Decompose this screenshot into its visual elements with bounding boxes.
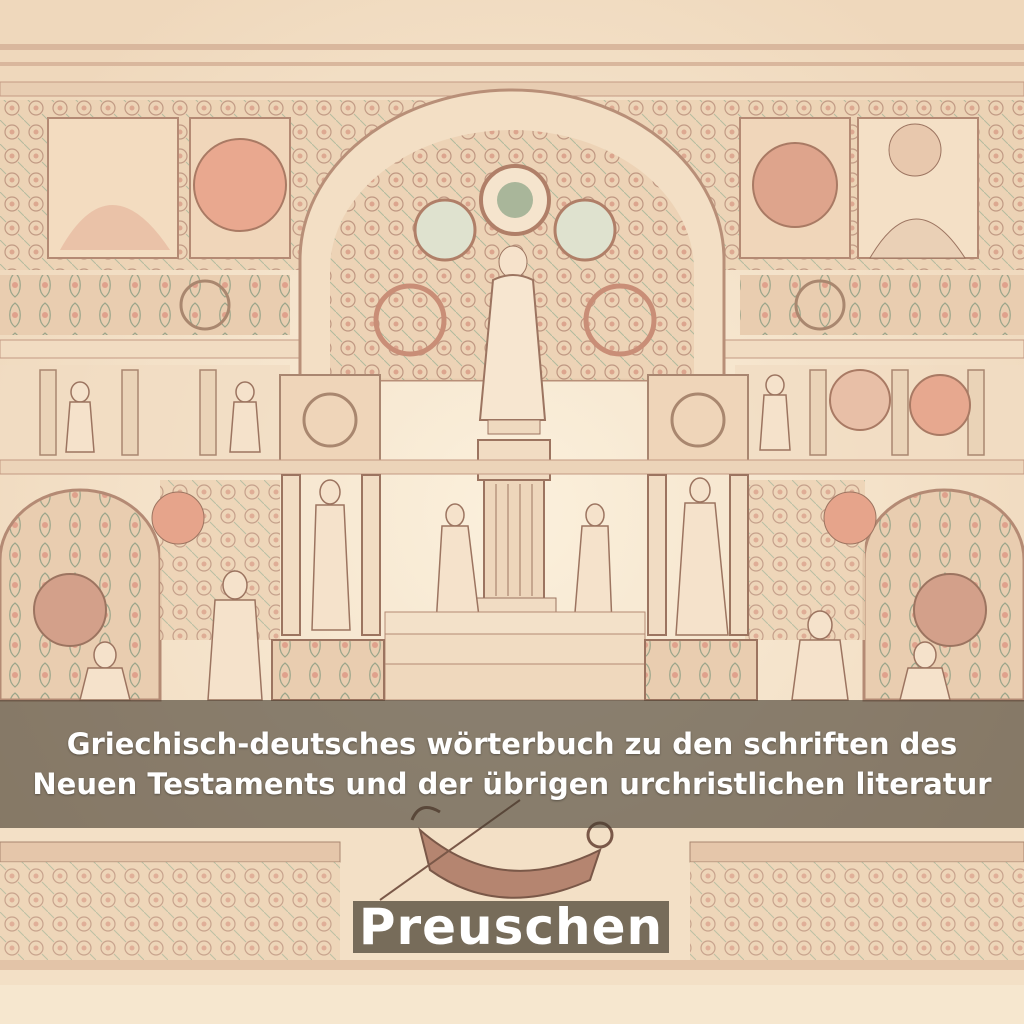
title-band: Griechisch-deutsches wörterbuch zu den s… [0,700,1024,828]
background-illustration [0,0,1024,1024]
book-title: Griechisch-deutsches wörterbuch zu den s… [32,727,992,801]
author-label-box: Preuschen [353,901,669,953]
author-name: Preuschen [358,898,664,956]
